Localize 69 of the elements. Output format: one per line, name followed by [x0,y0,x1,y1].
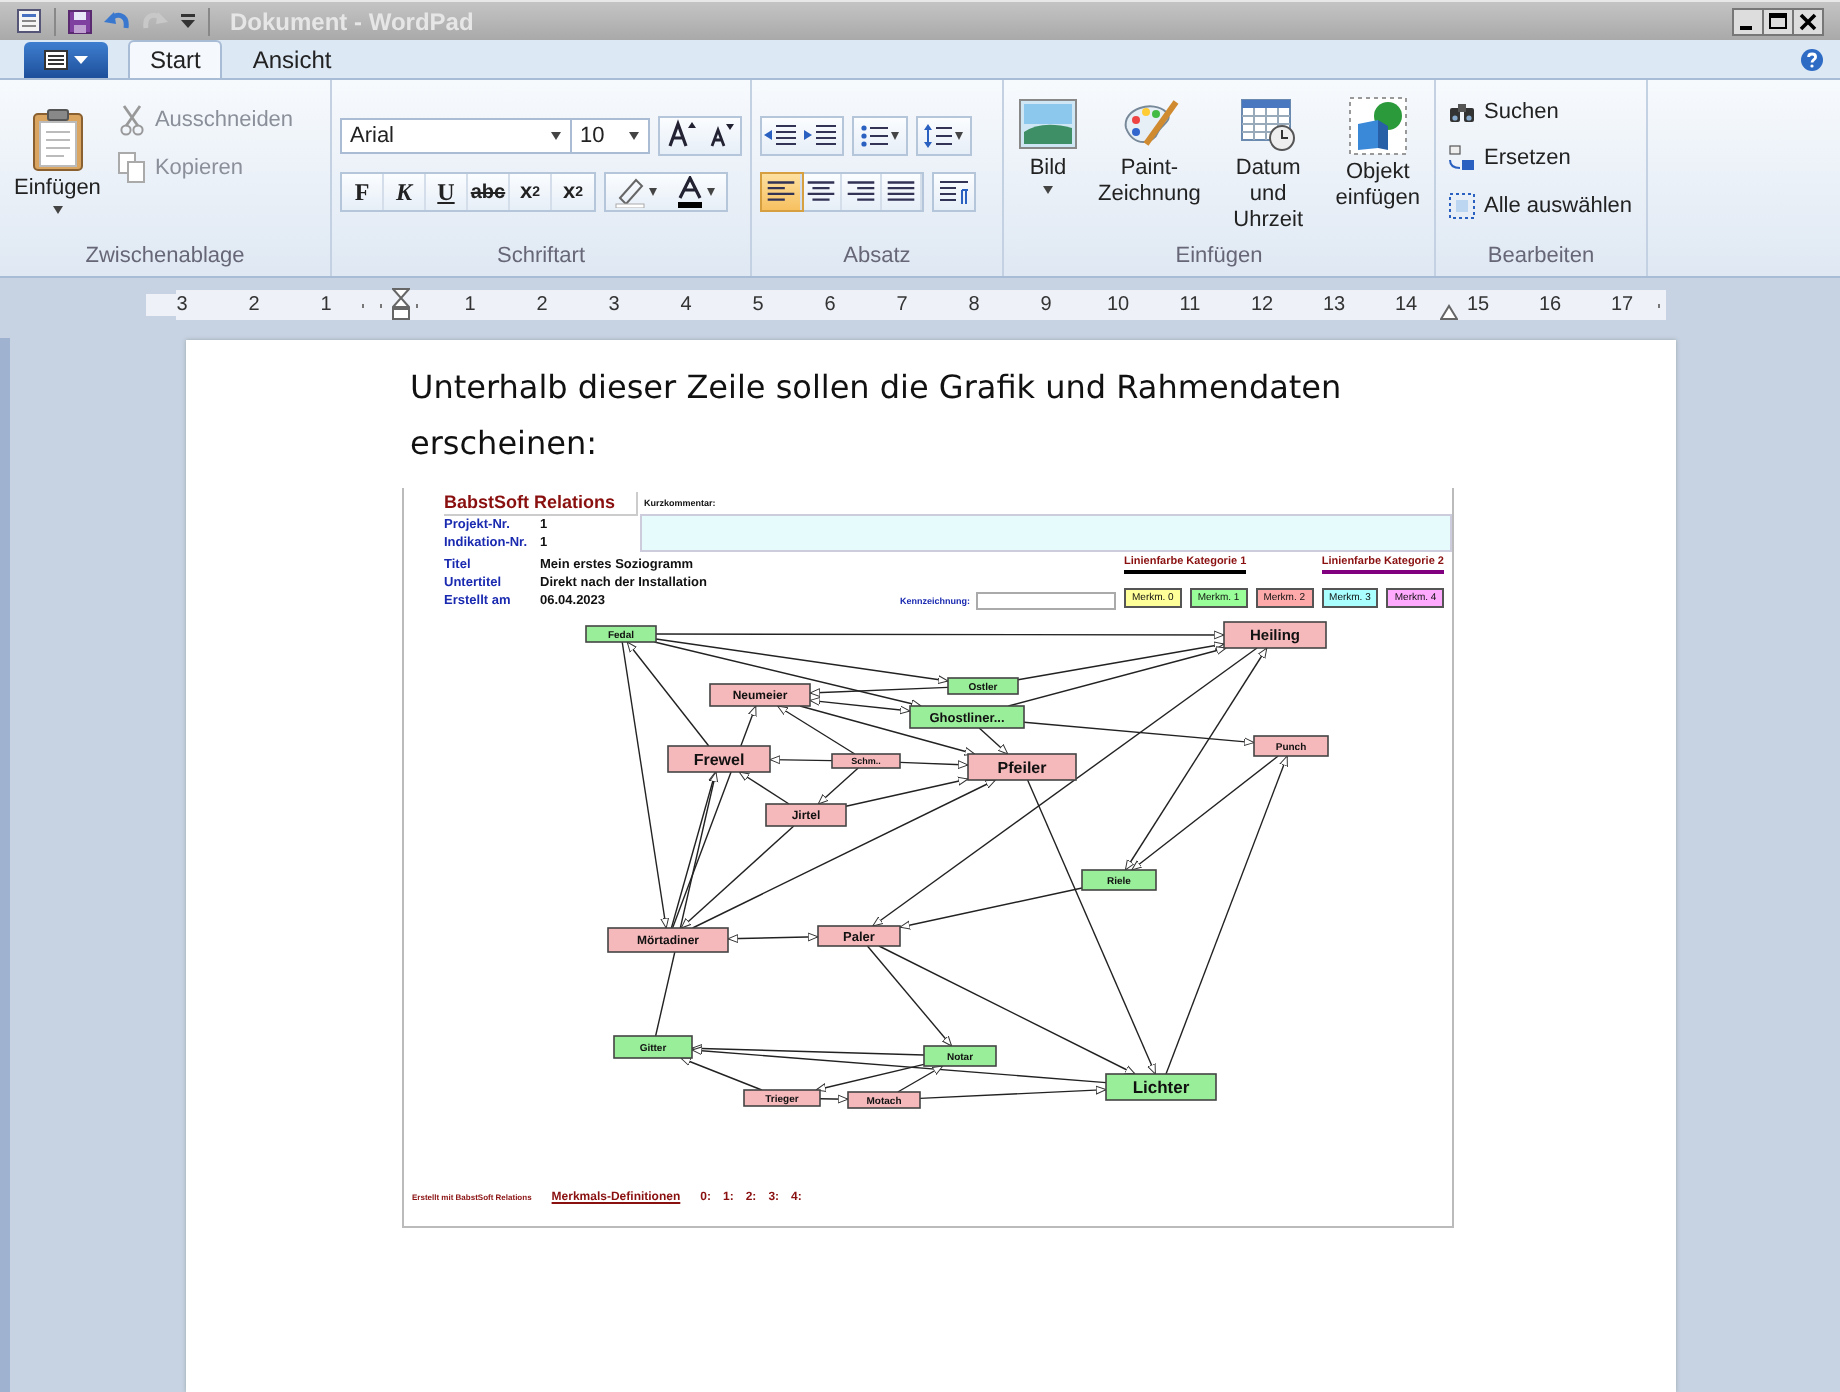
relation-arrow [727,932,819,943]
caret-icon [648,188,658,196]
caret-icon [890,132,900,140]
caret-icon [628,132,640,140]
clipboard-icon [31,108,84,172]
document-icon [44,50,68,70]
line-spacing-icon [924,122,952,150]
group-label: Zwischenablage [83,244,247,272]
ribbon-tab[interactable]: Start [128,40,223,78]
indent-marker-icon[interactable] [392,288,410,320]
replace-text-icon [1448,144,1476,172]
caret-icon [51,206,64,214]
insert-paint-button[interactable]: Paint- Zeichnung [1092,88,1207,244]
align-button[interactable] [762,174,802,210]
copy-icon [118,152,147,184]
line-spacing-button[interactable] [916,116,972,156]
help-icon[interactable] [1800,47,1824,71]
right-indent-marker-icon[interactable] [1440,304,1458,320]
select-all-icon [1448,192,1476,220]
maximize-icon[interactable] [1762,7,1794,35]
caret-icon [550,132,562,140]
align-button[interactable] [802,174,842,210]
group-label: Bearbeiten [1485,244,1597,272]
application-menu-button[interactable] [24,42,108,78]
landscape-picture-icon [1018,96,1078,152]
format-button[interactable]: K [384,174,426,210]
list-button[interactable] [852,116,908,156]
calendar-clock-icon [1238,96,1299,152]
paragraph-button[interactable] [932,172,976,212]
select-all-button[interactable]: Alle auswählen [1444,188,1636,224]
wordpad-icon[interactable] [16,8,42,34]
insert-datetime-button[interactable]: Datum und Uhrzeit [1214,88,1322,244]
scissors-icon [118,104,147,136]
insert-picture-button[interactable]: Bild [1012,88,1084,244]
customize-dropdown-icon[interactable] [180,14,196,28]
group-label: Schriftart [494,244,587,272]
document-text: Unterhalb dieser Zeile sollen die Grafik und Rahmendaten erscheinen: [410,366,1344,466]
bullet-list-icon [860,122,888,150]
group-label: Einfügen [1173,244,1265,272]
replace-button[interactable]: Ersetzen [1444,140,1636,176]
format-button[interactable]: abc [468,174,510,210]
caret-icon [954,132,964,140]
find-button[interactable]: Suchen [1444,96,1636,128]
app-title: BabstSoft Relations [444,492,638,516]
caret-icon [1042,186,1054,194]
save-icon[interactable] [68,9,92,33]
ribbon-tab[interactable]: Ansicht [230,40,354,78]
person-node: Frewel [667,745,771,773]
person-node: Lichter [1105,1073,1217,1101]
highlighter-icon [614,176,646,208]
tag-field[interactable] [976,592,1116,610]
paste-button[interactable]: Einfügen [8,88,107,244]
group-label: Absatz [841,244,913,272]
binoculars-icon [1448,100,1476,124]
font-size-dropdown[interactable]: 10 [570,118,650,154]
format-button[interactable]: x$^{2}$ [552,174,594,210]
font-family-dropdown[interactable]: Arial [340,118,572,154]
close-icon[interactable] [1792,7,1824,35]
caret-icon [74,56,88,64]
caret-icon [706,188,716,196]
comment-field[interactable] [640,514,1452,552]
align-button[interactable] [882,174,922,210]
insert-object-button[interactable]: Objekt einfügen [1329,88,1426,244]
person-node: Pfeiler [967,753,1077,781]
format-button[interactable]: U [426,174,468,210]
minimize-icon[interactable] [1732,7,1764,35]
align-button[interactable] [842,174,882,210]
text-color-icon [676,176,704,208]
format-button[interactable]: F [342,174,384,210]
